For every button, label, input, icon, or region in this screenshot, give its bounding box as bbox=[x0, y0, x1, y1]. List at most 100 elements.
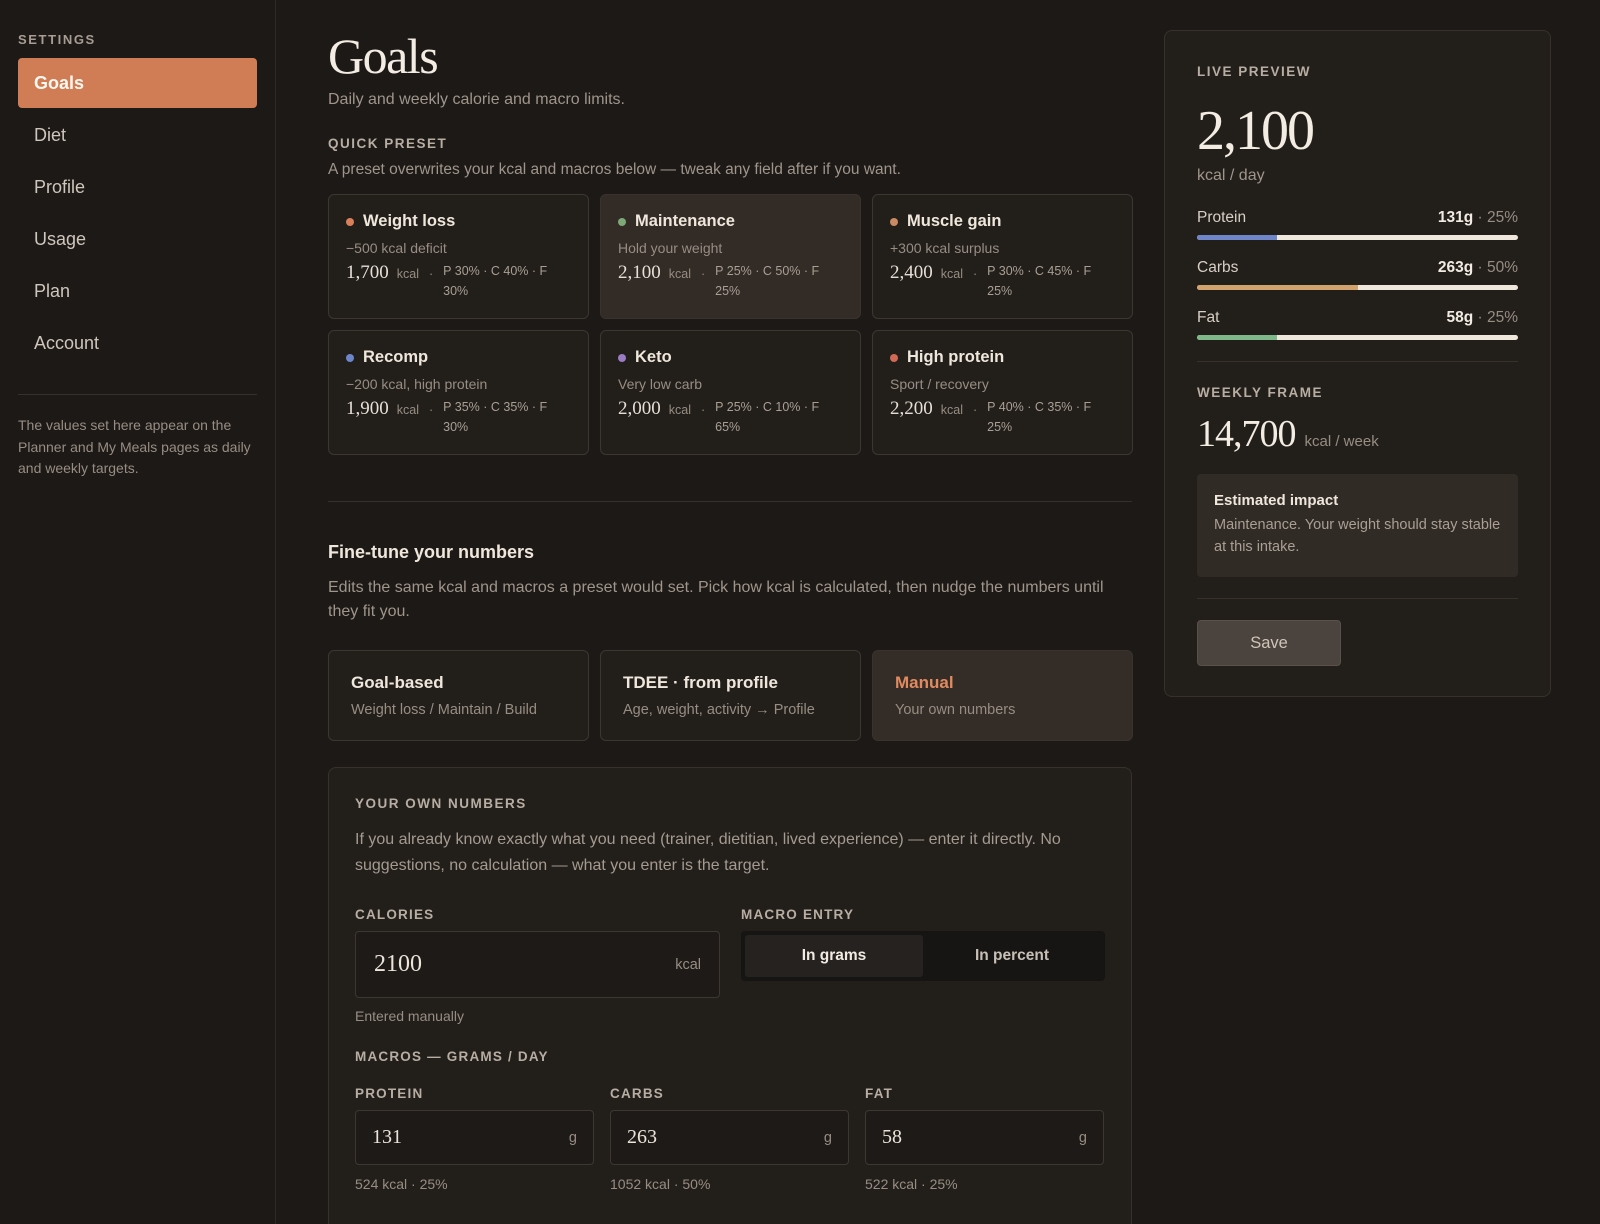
preview-divider bbox=[1197, 598, 1518, 599]
preset-macros: P 30% · C 45% · F 25% bbox=[987, 264, 1092, 298]
live-preview-panel: LIVE PREVIEW 2,100 kcal / day Protein 13… bbox=[1164, 30, 1551, 697]
macro-name: Protein bbox=[1197, 209, 1247, 226]
preset-card-weight-loss[interactable]: Weight loss −500 kcal deficit 1,700 kcal… bbox=[328, 194, 589, 319]
macro-entry-group: MACRO ENTRY In grams In percent bbox=[741, 907, 1105, 1024]
macro-entry-label: MACRO ENTRY bbox=[741, 907, 855, 922]
calories-input[interactable] bbox=[374, 951, 603, 978]
preset-kcal-unit: kcal bbox=[396, 403, 419, 417]
carbs-input-box[interactable]: g bbox=[610, 1110, 849, 1165]
preset-kcal: 1,900 bbox=[346, 398, 389, 419]
live-preview-label: LIVE PREVIEW bbox=[1197, 64, 1312, 79]
mode-subtitle: Weight loss / Maintain / Build bbox=[351, 702, 537, 718]
preview-macro-fat: Fat 58g · 25% bbox=[1197, 309, 1518, 340]
calories-input-box[interactable]: kcal bbox=[355, 931, 720, 998]
sidebar-item-plan[interactable]: Plan bbox=[18, 266, 257, 316]
macro-percent: · 25% bbox=[1477, 309, 1519, 326]
macro-entry-toggle: In grams In percent bbox=[741, 931, 1105, 981]
preset-kcal: 2,000 bbox=[618, 398, 661, 419]
macro-progress-bar bbox=[1197, 335, 1518, 340]
preset-color-dot bbox=[346, 217, 354, 226]
save-button[interactable]: Save bbox=[1197, 620, 1341, 666]
weekly-kcal-unit: kcal / week bbox=[1304, 433, 1379, 450]
preset-kcal-unit: kcal bbox=[940, 403, 963, 417]
fat-input-box[interactable]: g bbox=[865, 1110, 1104, 1165]
sidebar-divider bbox=[18, 394, 257, 395]
sidebar-heading: SETTINGS bbox=[18, 32, 96, 47]
mode-card-tdee[interactable]: TDEE · from profile Age, weight, activit… bbox=[600, 650, 861, 741]
sidebar-item-usage[interactable]: Usage bbox=[18, 214, 257, 264]
preset-macros: P 40% · C 35% · F 25% bbox=[987, 400, 1092, 434]
preset-separator: · bbox=[428, 403, 434, 417]
preset-title: Weight loss bbox=[346, 212, 572, 231]
fat-hint: 522 kcal · 25% bbox=[865, 1176, 958, 1192]
mode-subtitle: Your own numbers bbox=[895, 702, 1016, 718]
quick-preset-description: A preset overwrites your kcal and macros… bbox=[328, 161, 901, 178]
preset-card-high-protein[interactable]: High protein Sport / recovery 2,200 kcal… bbox=[872, 330, 1133, 455]
preset-title: High protein bbox=[890, 348, 1116, 367]
preset-card-keto[interactable]: Keto Very low carb 2,000 kcal · P 25% · … bbox=[600, 330, 861, 455]
preset-separator: · bbox=[428, 267, 434, 281]
carbs-field-group: CARBS g 1052 kcal · 50% bbox=[610, 1086, 849, 1192]
sidebar-item-goals[interactable]: Goals bbox=[18, 58, 257, 108]
carbs-input[interactable] bbox=[627, 1126, 771, 1149]
preset-title: Maintenance bbox=[618, 212, 844, 231]
macro-progress-bar bbox=[1197, 235, 1518, 240]
in-percent-option[interactable]: In percent bbox=[923, 935, 1101, 977]
own-numbers-panel: YOUR OWN NUMBERS If you already know exa… bbox=[328, 767, 1132, 1224]
finetune-title: Fine-tune your numbers bbox=[328, 542, 535, 562]
carbs-hint: 1052 kcal · 50% bbox=[610, 1176, 711, 1192]
macro-name: Carbs bbox=[1197, 259, 1239, 276]
in-grams-option[interactable]: In grams bbox=[745, 935, 923, 977]
macro-progress-fill bbox=[1197, 235, 1278, 240]
preset-color-dot bbox=[890, 217, 898, 226]
main-content: Goals Daily and weekly calorie and macro… bbox=[328, 0, 1133, 1224]
macro-percent: · 25% bbox=[1477, 209, 1519, 226]
estimated-impact-box: Estimated impact Maintenance. Your weigh… bbox=[1197, 474, 1518, 577]
preset-name: Recomp bbox=[363, 348, 429, 366]
protein-unit: g bbox=[568, 1129, 577, 1146]
preset-grid: Weight loss −500 kcal deficit 1,700 kcal… bbox=[328, 194, 1133, 455]
preset-name: High protein bbox=[907, 348, 1005, 366]
weekly-kcal-value: 14,700 bbox=[1197, 413, 1296, 455]
preset-color-dot bbox=[618, 353, 626, 362]
mode-card-goal-based[interactable]: Goal-based Weight loss / Maintain / Buil… bbox=[328, 650, 589, 741]
calories-label: CALORIES bbox=[355, 907, 435, 922]
macro-progress-bar bbox=[1197, 285, 1518, 290]
macros-section-label: MACROS — GRAMS / DAY bbox=[355, 1049, 549, 1064]
sidebar-item-profile[interactable]: Profile bbox=[18, 162, 257, 212]
preset-kcal-unit: kcal bbox=[940, 267, 963, 281]
fat-field-group: FAT g 522 kcal · 25% bbox=[865, 1086, 1104, 1192]
calories-unit: kcal bbox=[675, 956, 701, 973]
preset-card-maintenance[interactable]: Maintenance Hold your weight 2,100 kcal … bbox=[600, 194, 861, 319]
preset-kcal-unit: kcal bbox=[668, 403, 691, 417]
page-title: Goals bbox=[328, 28, 439, 84]
macro-grams: 131g bbox=[1437, 209, 1474, 226]
preset-separator: · bbox=[700, 403, 706, 417]
protein-input-box[interactable]: g bbox=[355, 1110, 594, 1165]
sidebar-item-diet[interactable]: Diet bbox=[18, 110, 257, 160]
preset-separator: · bbox=[700, 267, 706, 281]
fat-input[interactable] bbox=[882, 1126, 1026, 1149]
preset-stats: 2,000 kcal · P 25% · C 10% · F 65% bbox=[618, 398, 844, 437]
protein-input[interactable] bbox=[372, 1126, 516, 1149]
preset-subtitle: −200 kcal, high protein bbox=[346, 376, 488, 392]
preset-macros: P 25% · C 50% · F 25% bbox=[715, 264, 820, 298]
carbs-label: CARBS bbox=[610, 1086, 665, 1101]
protein-field-group: PROTEIN g 524 kcal · 25% bbox=[355, 1086, 594, 1192]
preset-subtitle: Very low carb bbox=[618, 376, 703, 392]
preset-separator: · bbox=[972, 267, 978, 281]
preview-macro-carbs: Carbs 263g · 50% bbox=[1197, 259, 1518, 290]
preset-card-recomp[interactable]: Recomp −200 kcal, high protein 1,900 kca… bbox=[328, 330, 589, 455]
preset-card-muscle-gain[interactable]: Muscle gain +300 kcal surplus 2,400 kcal… bbox=[872, 194, 1133, 319]
preset-stats: 2,400 kcal · P 30% · C 45% · F 25% bbox=[890, 262, 1116, 301]
sidebar-item-account[interactable]: Account bbox=[18, 318, 257, 368]
preset-macros: P 30% · C 40% · F 30% bbox=[443, 264, 548, 298]
preset-title: Recomp bbox=[346, 348, 572, 367]
mode-subtitle: Age, weight, activity → Profile bbox=[623, 702, 815, 718]
settings-sidebar: SETTINGS Goals Diet Profile Usage Plan A… bbox=[0, 0, 276, 1224]
mode-card-manual[interactable]: Manual Your own numbers bbox=[872, 650, 1133, 741]
preset-color-dot bbox=[346, 353, 354, 362]
finetune-description: Edits the same kcal and macros a preset … bbox=[328, 579, 1104, 620]
preview-kcal-value: 2,100 bbox=[1197, 100, 1315, 162]
preset-color-dot bbox=[890, 353, 898, 362]
